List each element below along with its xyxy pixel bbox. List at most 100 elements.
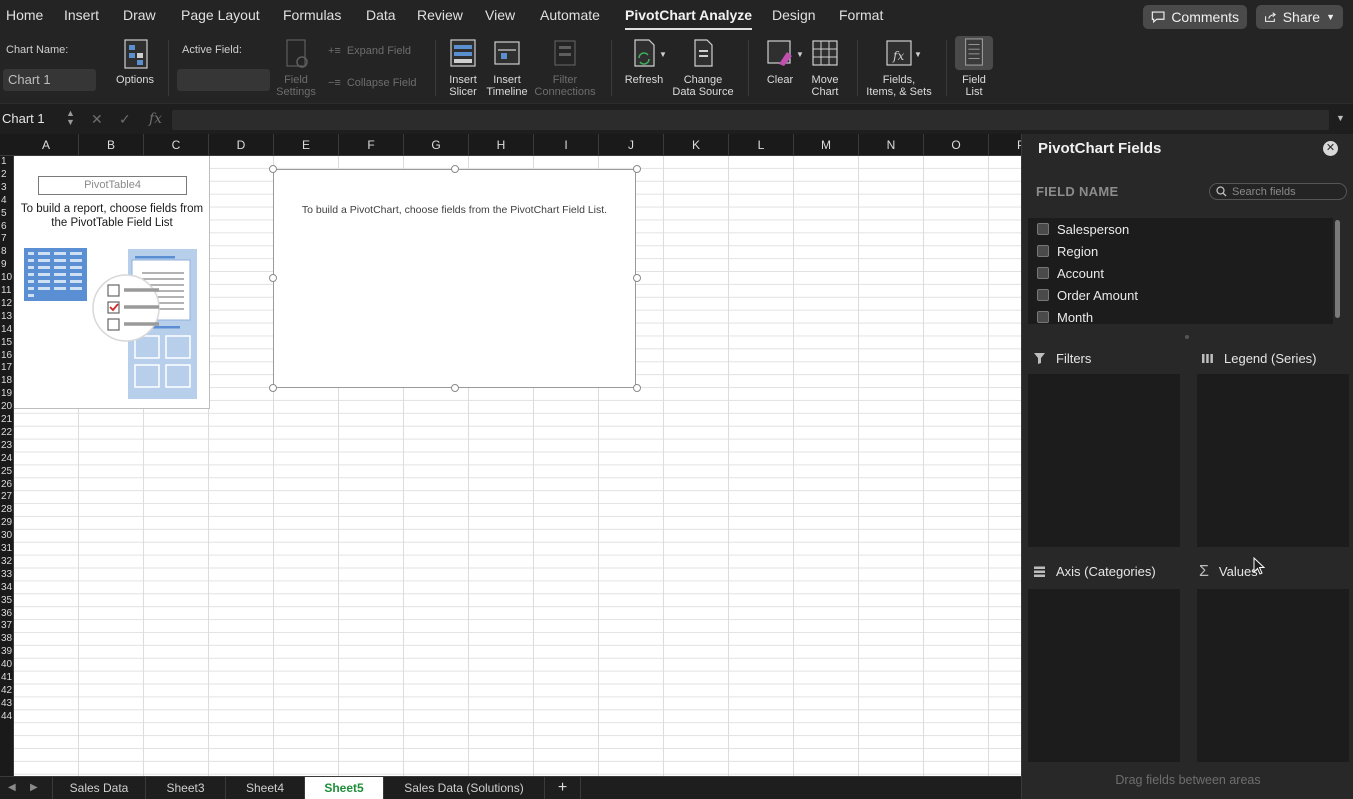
pivotchart-placeholder[interactable]: To build a PivotChart, choose fields fro… xyxy=(273,169,636,388)
resize-handle[interactable] xyxy=(633,274,641,282)
search-fields-input[interactable] xyxy=(1232,185,1342,198)
move-chart-button[interactable]: Move Chart xyxy=(804,38,846,98)
column-header[interactable]: F xyxy=(339,134,404,156)
row-header[interactable]: 6 xyxy=(0,221,14,234)
row-header[interactable]: 37 xyxy=(0,620,14,633)
tab-insert[interactable]: Insert xyxy=(64,7,99,23)
field-settings-button[interactable]: Field Settings xyxy=(272,38,320,98)
tab-view[interactable]: View xyxy=(485,7,515,23)
formula-input[interactable] xyxy=(172,110,1329,130)
row-header[interactable]: 15 xyxy=(0,337,14,350)
row-header[interactable]: 32 xyxy=(0,556,14,569)
resize-handle[interactable] xyxy=(633,384,641,392)
collapse-field-button[interactable]: −≡ Collapse Field xyxy=(328,77,417,89)
sheet-tab-sales-data-solutions[interactable]: Sales Data (Solutions) xyxy=(384,777,545,799)
row-header[interactable]: 18 xyxy=(0,375,14,388)
tab-data[interactable]: Data xyxy=(366,7,396,23)
tab-home[interactable]: Home xyxy=(6,7,43,23)
worksheet-grid[interactable]: ABCDEFGHIJKLMNOP 1 2 3 4 5 6 7 8 9 10 11 12 13 14 15 16… xyxy=(0,134,1021,776)
tab-format[interactable]: Format xyxy=(839,7,883,23)
resize-handle[interactable] xyxy=(451,384,459,392)
chevron-down-icon[interactable]: ▼ xyxy=(796,50,804,59)
row-header[interactable]: 2 xyxy=(0,169,14,182)
row-header[interactable]: 1 xyxy=(0,156,14,169)
row-header[interactable]: 26 xyxy=(0,479,14,492)
share-button[interactable]: Share ▼ xyxy=(1256,5,1343,29)
change-data-source-button[interactable]: Change Data Source xyxy=(670,38,736,98)
axis-drop-area[interactable] xyxy=(1028,589,1180,762)
row-header[interactable]: 4 xyxy=(0,195,14,208)
name-box-stepper-icon[interactable]: ▲ ▼ xyxy=(66,109,75,127)
resize-handle[interactable] xyxy=(269,384,277,392)
column-header[interactable]: I xyxy=(534,134,599,156)
row-header[interactable]: 17 xyxy=(0,362,14,375)
sheet-tab-sheet4[interactable]: Sheet4 xyxy=(226,777,305,799)
pane-splitter[interactable] xyxy=(1185,335,1189,339)
column-header[interactable]: M xyxy=(794,134,859,156)
row-header[interactable]: 43 xyxy=(0,698,14,711)
tab-design[interactable]: Design xyxy=(772,7,816,23)
row-header[interactable]: 39 xyxy=(0,646,14,659)
column-header[interactable]: A xyxy=(14,134,79,156)
row-header[interactable]: 22 xyxy=(0,427,14,440)
row-header[interactable]: 7 xyxy=(0,233,14,246)
field-checkbox[interactable] xyxy=(1037,245,1049,257)
field-list-button[interactable] xyxy=(955,36,993,70)
tab-formulas[interactable]: Formulas xyxy=(283,7,341,23)
resize-handle[interactable] xyxy=(451,165,459,173)
row-header[interactable]: 38 xyxy=(0,633,14,646)
field-item-order-amount[interactable]: Order Amount xyxy=(1028,284,1333,306)
row-header[interactable]: 10 xyxy=(0,272,14,285)
active-field-input[interactable] xyxy=(177,69,270,91)
chevron-down-icon[interactable]: ▼ xyxy=(914,50,922,59)
row-header[interactable]: 9 xyxy=(0,259,14,272)
values-drop-area[interactable] xyxy=(1197,589,1349,762)
field-list-scrollbar[interactable] xyxy=(1335,220,1340,318)
row-header[interactable]: 35 xyxy=(0,595,14,608)
close-icon[interactable]: ✕ xyxy=(1323,141,1338,156)
row-header[interactable]: 31 xyxy=(0,543,14,556)
row-header[interactable]: 20 xyxy=(0,401,14,414)
column-header[interactable]: E xyxy=(274,134,339,156)
column-header[interactable]: B xyxy=(79,134,144,156)
row-header[interactable]: 13 xyxy=(0,311,14,324)
row-header[interactable]: 40 xyxy=(0,659,14,672)
expand-field-button[interactable]: +≡ Expand Field xyxy=(328,45,411,57)
tab-automate[interactable]: Automate xyxy=(540,7,600,23)
x-icon[interactable]: ✕ xyxy=(91,111,103,128)
column-header[interactable]: C xyxy=(144,134,209,156)
chevron-down-icon[interactable]: ▼ xyxy=(659,50,667,59)
prev-sheet-icon[interactable]: ◀ xyxy=(8,782,16,793)
row-header[interactable]: 19 xyxy=(0,388,14,401)
row-header[interactable]: 28 xyxy=(0,504,14,517)
resize-handle[interactable] xyxy=(269,165,277,173)
search-fields-box[interactable] xyxy=(1209,183,1347,200)
row-header[interactable]: 36 xyxy=(0,608,14,621)
chevron-down-icon[interactable]: ▼ xyxy=(1336,113,1345,123)
column-header[interactable]: D xyxy=(209,134,274,156)
tab-pivotchart-analyze[interactable]: PivotChart Analyze xyxy=(625,7,753,30)
add-sheet-button[interactable]: + xyxy=(545,777,581,799)
field-checkbox[interactable] xyxy=(1037,311,1049,323)
row-header[interactable]: 23 xyxy=(0,440,14,453)
pivottable-placeholder[interactable]: PivotTable4 To build a report, choose fi… xyxy=(14,156,210,409)
legend-drop-area[interactable] xyxy=(1197,374,1349,547)
row-header[interactable]: 29 xyxy=(0,517,14,530)
refresh-button[interactable]: Refresh xyxy=(620,38,668,86)
resize-handle[interactable] xyxy=(633,165,641,173)
row-header[interactable]: 25 xyxy=(0,466,14,479)
resize-handle[interactable] xyxy=(269,274,277,282)
tab-review[interactable]: Review xyxy=(417,7,463,23)
field-checkbox[interactable] xyxy=(1037,223,1049,235)
row-header[interactable]: 33 xyxy=(0,569,14,582)
field-item-salesperson[interactable]: Salesperson xyxy=(1028,218,1333,240)
sheet-tab-sheet5[interactable]: Sheet5 xyxy=(305,777,384,799)
column-header[interactable]: N xyxy=(859,134,924,156)
column-header[interactable]: H xyxy=(469,134,534,156)
next-sheet-icon[interactable]: ▶ xyxy=(30,782,38,793)
row-header[interactable]: 16 xyxy=(0,350,14,363)
field-item-month[interactable]: Month xyxy=(1028,306,1333,324)
row-header[interactable]: 27 xyxy=(0,491,14,504)
filter-connections-button[interactable]: Filter Connections xyxy=(533,38,597,98)
field-checkbox[interactable] xyxy=(1037,289,1049,301)
